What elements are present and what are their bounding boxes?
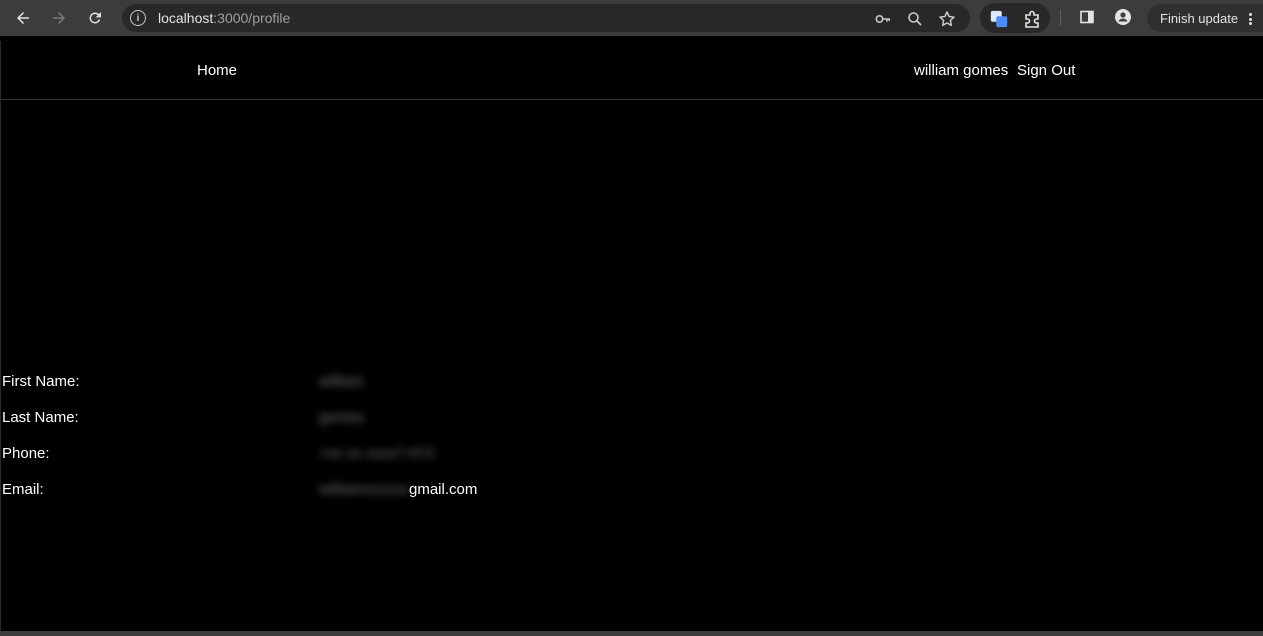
email-value: williamxxxxxxgmail.com <box>319 481 477 498</box>
last-name-label: Last Name: <box>2 409 79 426</box>
url-host: localhost <box>158 10 214 26</box>
toolbar-divider <box>1060 10 1061 26</box>
phone-value: +xx xx xxxx7-072 <box>319 445 435 462</box>
home-link[interactable]: Home <box>197 62 237 79</box>
extension-app-icon[interactable] <box>989 9 1009 29</box>
extensions-group <box>980 3 1050 33</box>
email-visible-part: gmail.com <box>409 481 478 498</box>
phone-label: Phone: <box>2 445 50 462</box>
url-path: :3000/profile <box>213 10 291 26</box>
last-name-value: gomes <box>319 409 365 426</box>
side-panel-icon[interactable] <box>1077 7 1097 27</box>
browser-toolbar: i localhost:3000/profile Finish update <box>0 0 1263 36</box>
address-bar[interactable]: i localhost:3000/profile <box>122 4 970 32</box>
first-name-value: william <box>319 373 364 390</box>
info-icon[interactable]: i <box>130 10 146 26</box>
url-text[interactable]: localhost:3000/profile <box>158 10 290 26</box>
window-bottom-border <box>0 631 1263 636</box>
star-icon[interactable] <box>938 10 956 28</box>
email-hidden-part: williamxxxxxx <box>319 481 409 498</box>
kebab-menu-icon[interactable] <box>1249 13 1253 25</box>
site-navbar: Home william gomes Sign Out <box>1 41 1263 100</box>
finish-update-button[interactable]: Finish update <box>1147 4 1263 32</box>
email-label: Email: <box>2 481 44 498</box>
sign-out-link[interactable]: Sign Out <box>1017 62 1075 79</box>
forward-arrow-icon[interactable] <box>47 6 71 30</box>
finish-update-label: Finish update <box>1160 10 1239 26</box>
profile-icon[interactable] <box>1113 7 1133 27</box>
user-name: william gomes <box>914 62 1009 79</box>
puzzle-icon[interactable] <box>1023 9 1043 29</box>
reload-icon[interactable] <box>83 6 107 30</box>
key-icon[interactable] <box>874 10 892 28</box>
page-content: Home william gomes Sign Out First Name: … <box>0 41 1263 631</box>
first-name-label: First Name: <box>2 373 80 390</box>
zoom-icon[interactable] <box>906 10 924 28</box>
back-arrow-icon[interactable] <box>11 6 35 30</box>
